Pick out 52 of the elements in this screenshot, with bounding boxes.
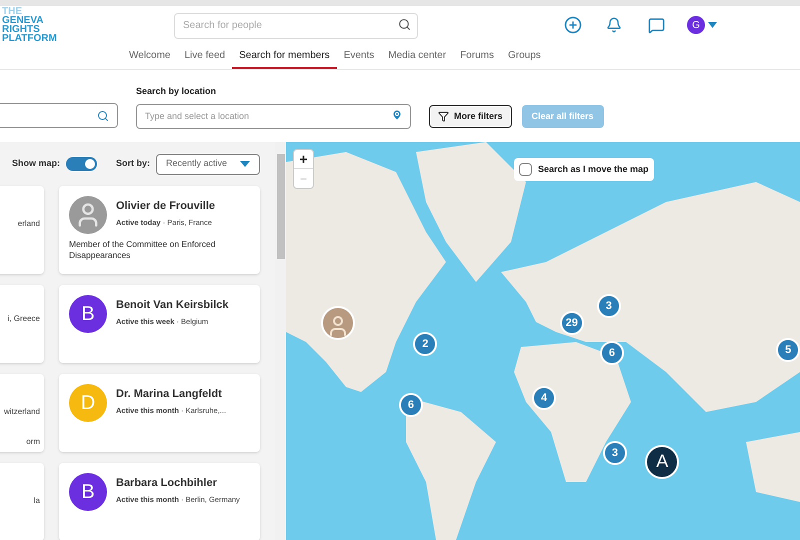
sort-dropdown[interactable]: Recently active: [156, 154, 260, 174]
nav-tab[interactable]: Welcome: [122, 44, 178, 69]
member-bio: Member of the Committee on Enforced Disappearances: [69, 239, 216, 261]
nav-tab[interactable]: Forums: [453, 44, 501, 69]
member-card[interactable]: i, Greece: [0, 285, 44, 363]
member-name[interactable]: Olivier de Frouville: [116, 198, 216, 214]
avatar-letter: D: [69, 384, 107, 422]
member-bio: orm: [26, 436, 40, 448]
location-label: Search by location: [136, 84, 218, 98]
map-letter-marker[interactable]: A: [645, 444, 680, 479]
avatar-letter: B: [69, 473, 107, 511]
search-icon[interactable]: [97, 110, 109, 122]
nav-tab[interactable]: Search for members: [232, 44, 337, 69]
member-location: la: [34, 495, 40, 507]
zoom-in-button[interactable]: +: [294, 150, 313, 169]
member-name[interactable]: Barbara Lochbihler: [116, 475, 240, 492]
avatar-letter: B: [69, 295, 107, 333]
nav-tab[interactable]: Groups: [500, 44, 548, 69]
search-as-move-checkbox[interactable]: Search as I move the map: [514, 158, 654, 181]
member-location: i, Greece: [8, 313, 40, 325]
notifications-icon[interactable]: [606, 17, 622, 33]
caret-icon[interactable]: [708, 22, 717, 28]
member-card[interactable]: la: [0, 463, 44, 540]
messages-icon[interactable]: [648, 16, 665, 34]
scrollbar[interactable]: [275, 142, 286, 540]
member-name[interactable]: Dr. Marina Langfeldt: [116, 386, 226, 402]
more-filters-button[interactable]: More filters: [429, 105, 512, 128]
people-search-field[interactable]: Search for people: [174, 12, 418, 38]
nav-tab[interactable]: Media center: [381, 44, 454, 69]
filter-icon: [438, 111, 449, 122]
location-pin-icon: [391, 109, 403, 121]
add-icon[interactable]: [564, 16, 582, 34]
show-map-toggle[interactable]: [66, 157, 97, 171]
name-search-field[interactable]: [0, 103, 118, 128]
sort-label: Sort by:: [116, 157, 150, 170]
user-avatar[interactable]: G: [687, 16, 705, 34]
search-icon[interactable]: [398, 18, 411, 31]
nav-tab[interactable]: Live feed: [178, 44, 232, 69]
member-card[interactable]: erland: [0, 186, 44, 274]
map-cluster-marker[interactable]: 2: [413, 332, 438, 356]
nav-tab[interactable]: Events: [336, 44, 382, 69]
member-card[interactable]: witzerland orm: [0, 374, 44, 452]
map-cluster-marker[interactable]: 6: [398, 393, 423, 418]
member-name[interactable]: Benoit Van Keirsbilck: [116, 297, 228, 314]
location-field[interactable]: Type and select a location: [136, 104, 411, 128]
map-cluster-marker[interactable]: 3: [602, 440, 627, 465]
map-panel[interactable]: + − Search as I move the map 2 29 3 6 4 6 3 5 A: [286, 142, 800, 540]
show-map-label: Show map:: [12, 157, 60, 170]
member-location: witzerland: [4, 406, 40, 418]
member-location: erland: [18, 218, 40, 230]
caret-icon: [240, 161, 250, 167]
checkbox[interactable]: [519, 163, 532, 176]
